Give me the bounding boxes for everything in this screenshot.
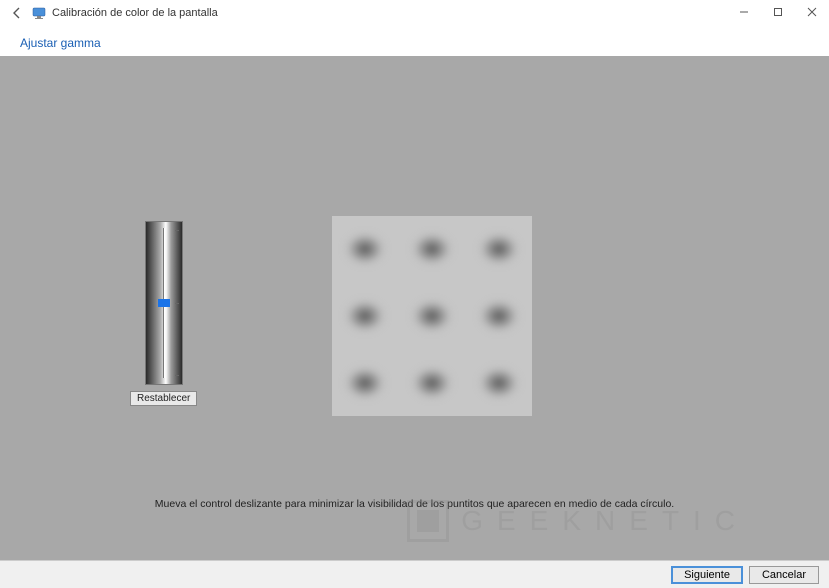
gamma-dot-icon	[477, 365, 521, 401]
minimize-button[interactable]	[727, 0, 761, 24]
window-title: Calibración de color de la pantalla	[52, 7, 218, 19]
gamma-dot-icon	[343, 298, 387, 334]
cancel-button[interactable]: Cancelar	[749, 566, 819, 584]
gamma-cell	[399, 283, 466, 350]
window-controls	[727, 0, 829, 24]
gamma-cell	[332, 283, 399, 350]
back-button[interactable]	[6, 2, 28, 24]
content-area: Restablecer Mueva el control deslizante …	[0, 56, 829, 560]
gamma-dot-icon	[343, 365, 387, 401]
slider-tick	[175, 303, 179, 304]
close-button[interactable]	[795, 0, 829, 24]
content-inner: Restablecer Mueva el control deslizante …	[0, 56, 829, 560]
gamma-cell	[465, 216, 532, 283]
gamma-cell	[332, 349, 399, 416]
instruction-text: Mueva el control deslizante para minimiz…	[0, 498, 829, 510]
gamma-cell	[399, 216, 466, 283]
titlebar: Calibración de color de la pantalla	[0, 0, 829, 26]
next-button[interactable]: Siguiente	[671, 566, 743, 584]
reset-button[interactable]: Restablecer	[130, 391, 197, 406]
slider-tick	[175, 375, 179, 376]
page-heading: Ajustar gamma	[0, 26, 829, 56]
back-arrow-icon	[10, 6, 24, 20]
maximize-button[interactable]	[761, 0, 795, 24]
app-icon	[32, 6, 46, 20]
gamma-dot-icon	[410, 365, 454, 401]
gamma-dot-icon	[343, 231, 387, 267]
display-color-calibration-window: Calibración de color de la pantalla Ajus…	[0, 0, 829, 588]
slider-tick	[175, 230, 179, 231]
gamma-slider-group: Restablecer	[130, 221, 197, 406]
gamma-cell	[465, 283, 532, 350]
gamma-dot-icon	[477, 231, 521, 267]
gamma-dot-icon	[410, 298, 454, 334]
slider-thumb[interactable]	[158, 299, 170, 307]
gamma-cell	[465, 349, 532, 416]
gamma-dot-icon	[477, 298, 521, 334]
gamma-cell	[332, 216, 399, 283]
gamma-cell	[399, 349, 466, 416]
gamma-calibration-grid	[332, 216, 532, 416]
gamma-dot-icon	[410, 231, 454, 267]
footer-bar: Siguiente Cancelar	[0, 560, 829, 588]
gamma-slider[interactable]	[145, 221, 183, 385]
